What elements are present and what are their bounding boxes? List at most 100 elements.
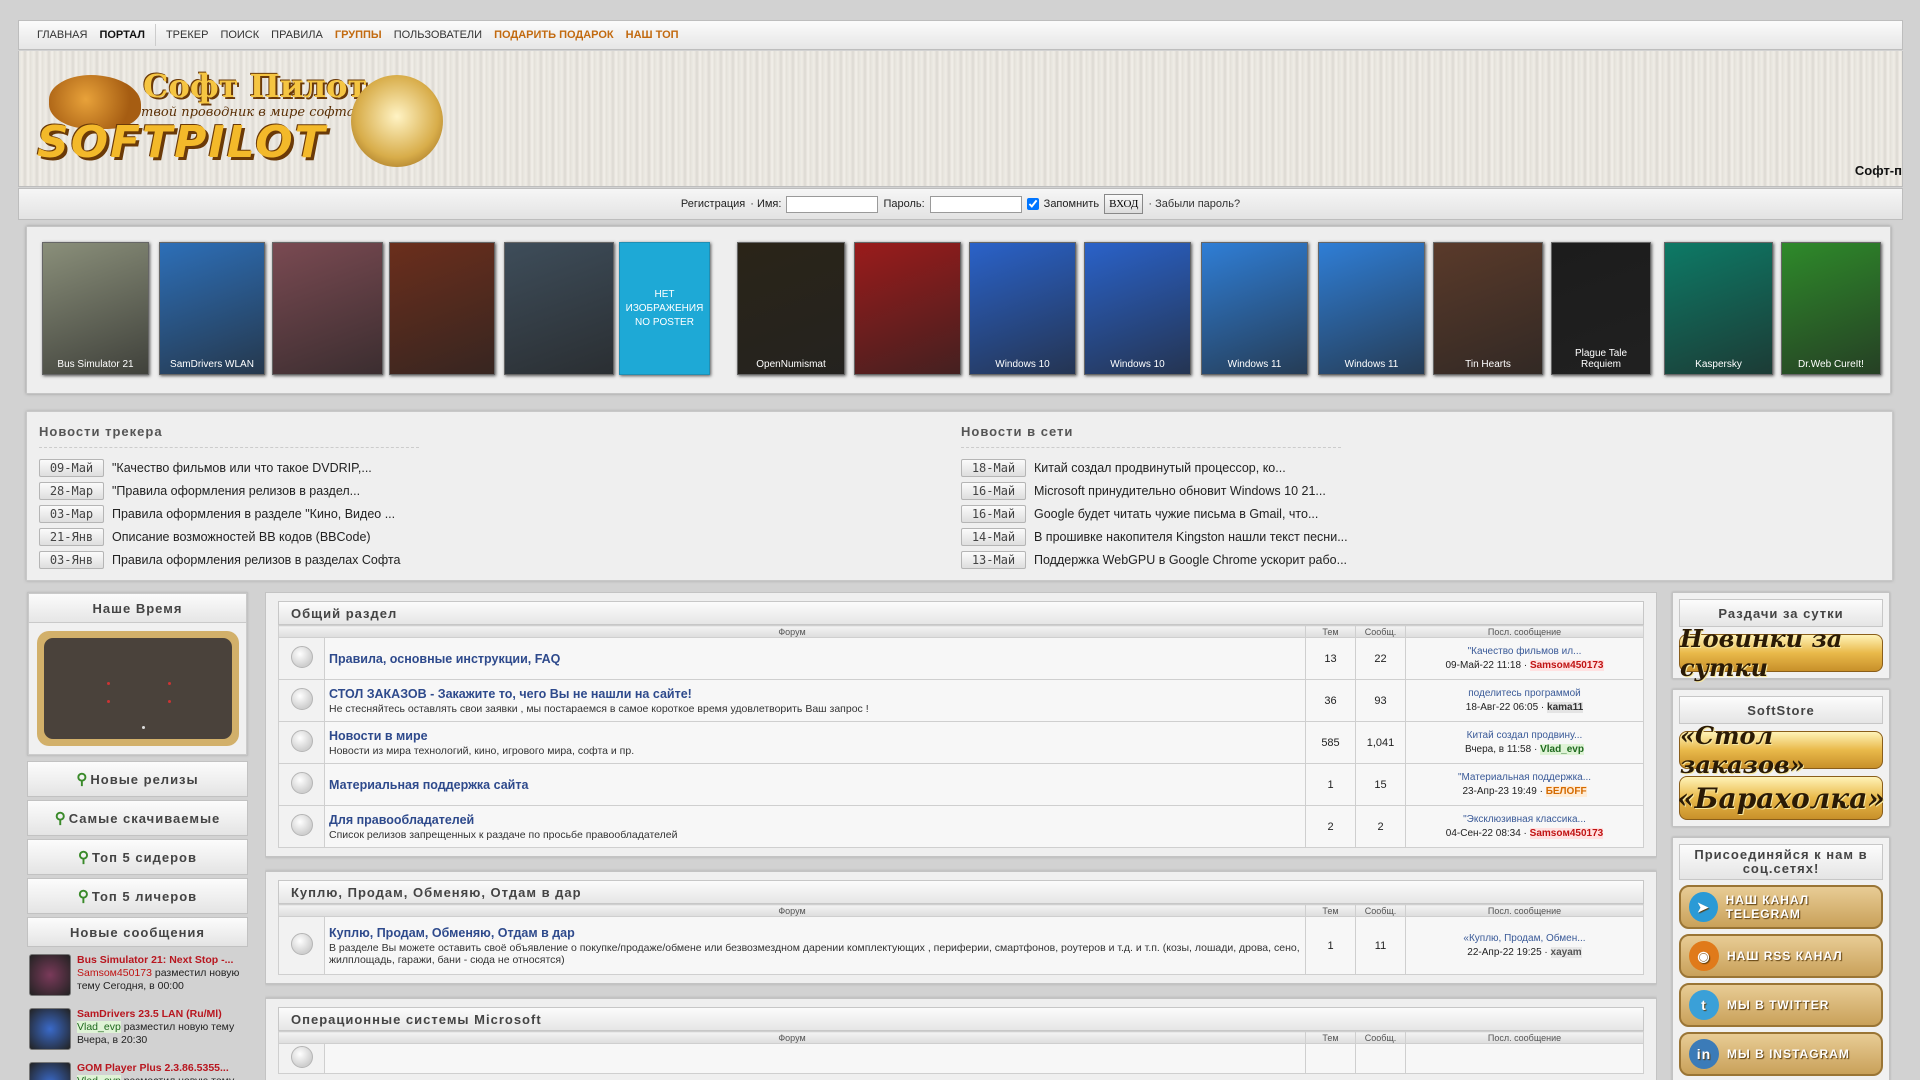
sidebar-button[interactable]: ⚲ Новые релизы — [27, 761, 248, 797]
release-cover[interactable]: Tin Hearts — [1433, 242, 1543, 375]
new-message-item[interactable]: SamDrivers 23.5 LAN (Ru/Ml) Vlad_evp разм… — [27, 1004, 248, 1058]
username-input[interactable] — [786, 195, 879, 213]
release-cover[interactable]: НЕТ ИЗОБРАЖЕНИЯ NO POSTER — [619, 242, 710, 375]
release-cover[interactable]: Kaspersky — [1664, 242, 1773, 375]
news-item[interactable]: 16-Май Microsoft принудительно обновит Wi… — [961, 479, 1861, 502]
news-item[interactable]: 14-Май В прошивке накопителя Kingston наш… — [961, 525, 1861, 548]
social-button[interactable]: in МЫ В INSTAGRAM — [1679, 1032, 1883, 1076]
news-item[interactable]: 28-Мар "Правила оформления релизов в разд… — [39, 479, 939, 502]
last-post-link[interactable]: поделитесь программой — [1406, 687, 1643, 701]
last-post-link[interactable]: "Качество фильмов ил... — [1406, 645, 1643, 659]
news-item[interactable]: 16-Май Google будет читать чужие письма в… — [961, 502, 1861, 525]
sidebar-button[interactable]: ⚲ Самые скачиваемые — [27, 800, 248, 836]
new-message-item[interactable]: Bus Simulator 21: Next Stop -... Samsoм45… — [27, 950, 248, 1004]
news-item[interactable]: 21-Янв Описание возможностей ВВ кодов (BB… — [39, 525, 939, 548]
forgot-password-link[interactable]: · Забыли пароль? — [1148, 198, 1240, 210]
release-cover[interactable] — [504, 242, 614, 375]
login-button[interactable]: ВХОД — [1104, 194, 1144, 214]
nav-item[interactable]: ГРУППЫ — [329, 20, 388, 50]
forum-link[interactable]: СТОЛ ЗАКАЗОВ - Закажите то, чего Вы не н… — [329, 687, 1301, 701]
section-title[interactable]: Куплю, Продам, Обменяю, Отдам в дар — [278, 880, 1644, 904]
release-cover[interactable]: Dr.Web CureIt! — [1781, 242, 1881, 375]
last-post-user[interactable]: kama11 — [1547, 701, 1584, 713]
news-link[interactable]: Китай создал продвинутый процессор, ко..… — [1034, 461, 1286, 475]
news-item[interactable]: 18-Май Китай создал продвинутый процессор… — [961, 456, 1861, 479]
forum-link[interactable]: Правила, основные инструкции, FAQ — [329, 652, 1301, 666]
release-cover[interactable]: Plague Tale Requiem — [1551, 242, 1651, 375]
order-table-banner[interactable]: «Стол заказов» — [1679, 721, 1883, 779]
release-cover[interactable]: Windows 10 — [1084, 242, 1191, 375]
nav-item[interactable]: ПОЛЬЗОВАТЕЛИ — [388, 20, 488, 50]
last-post-user[interactable]: Samsoм450173 — [1529, 827, 1604, 839]
news-link[interactable]: Google будет читать чужие письма в Gmail… — [1034, 507, 1318, 521]
last-post-link[interactable]: «Куплю, Продам, Обмен... — [1406, 932, 1643, 946]
section-title[interactable]: Общий раздел — [278, 601, 1644, 625]
nav-item[interactable]: ПОРТАЛ — [93, 20, 150, 50]
message-topic-link[interactable]: Bus Simulator 21: Next Stop -... — [77, 954, 246, 967]
nav-item[interactable]: ГЛАВНАЯ — [31, 20, 93, 50]
nav-item[interactable]: ПРАВИЛА — [265, 20, 329, 50]
news-link[interactable]: В прошивке накопителя Kingston нашли тек… — [1034, 530, 1348, 544]
news-link[interactable]: Правила оформления в разделе "Кино, Виде… — [112, 507, 395, 521]
forum-link[interactable]: Материальная поддержка сайта — [329, 778, 1301, 792]
message-topic-link[interactable]: GOM Player Plus 2.3.86.5355... — [77, 1062, 234, 1075]
forum-link[interactable]: Для правообладателей — [329, 813, 1301, 827]
last-post-link[interactable]: Китай создал продвину... — [1406, 729, 1643, 743]
release-cover[interactable] — [272, 242, 383, 375]
register-link[interactable]: Регистрация — [681, 198, 745, 210]
site-logo[interactable]: Софт Пилот твой проводник в мире софта S… — [33, 61, 453, 173]
last-post-link[interactable]: "Материальная поддержка... — [1406, 771, 1643, 785]
social-button[interactable]: ➤ НАШ КАНАЛ TELEGRAM — [1679, 885, 1883, 929]
message-user[interactable]: Samsoм450173 — [77, 967, 152, 979]
nav-item[interactable]: НАШ ТОП — [620, 20, 685, 50]
forum-index: Общий раздел Форум Тем Сообщ. Посл. сообщени… — [265, 592, 1657, 1080]
release-cover[interactable]: Windows 10 — [969, 242, 1076, 375]
nav-item[interactable]: ТРЕКЕР — [160, 20, 214, 50]
release-cover[interactable]: OpenNumismat — [737, 242, 845, 375]
remember-checkbox[interactable] — [1026, 198, 1039, 210]
release-cover[interactable]: SamDrivers WLAN — [159, 242, 265, 375]
news-link[interactable]: Правила оформления релизов в разделах Со… — [112, 553, 400, 567]
release-cover[interactable]: Windows 11 — [1318, 242, 1425, 375]
forum-link[interactable]: Куплю, Продам, Обменяю, Отдам в дар — [329, 926, 1301, 940]
posts-count: 15 — [1355, 763, 1406, 806]
news-link[interactable]: "Качество фильмов или что такое DVDRIP,.… — [112, 461, 372, 475]
social-button[interactable]: t МЫ В TWITTER — [1679, 983, 1883, 1027]
news-link[interactable]: "Правила оформления релизов в раздел... — [112, 484, 360, 498]
message-topic-link[interactable]: SamDrivers 23.5 LAN (Ru/Ml) — [77, 1008, 246, 1021]
social-button[interactable]: ◉ НАШ RSS КАНАЛ — [1679, 934, 1883, 978]
clock-widget — [37, 631, 239, 746]
sidebar-button[interactable]: ⚲ Топ 5 личеров — [27, 878, 248, 914]
news-item[interactable]: 03-Янв Правила оформления релизов в разде… — [39, 548, 939, 571]
col-topics: Тем — [1305, 1031, 1356, 1044]
new-message-item[interactable]: GOM Player Plus 2.3.86.5355...Vlad_evp р… — [27, 1058, 248, 1080]
last-post-user[interactable]: xayam — [1550, 946, 1582, 958]
last-post-link[interactable]: "Эксклюзивная классика... — [1406, 813, 1643, 827]
last-post-user[interactable]: БЕЛОFF — [1545, 785, 1587, 797]
flea-market-banner[interactable]: «Барахолка» — [1677, 776, 1885, 820]
news-item[interactable]: 03-Мар Правила оформления в разделе "Кино… — [39, 502, 939, 525]
nav-item[interactable]: ПОДАРИТЬ ПОДАРОК — [488, 20, 620, 50]
section-title[interactable]: Операционные системы Microsoft — [278, 1007, 1644, 1031]
news-item[interactable]: 13-Май Поддержка WebGPU в Google Chrome у… — [961, 548, 1861, 571]
release-cover[interactable]: Bus Simulator 21 — [42, 242, 149, 375]
news-link[interactable]: Поддержка WebGPU в Google Chrome ускорит… — [1034, 553, 1347, 567]
news-link[interactable]: Microsoft принудительно обновит Windows … — [1034, 484, 1326, 498]
password-input[interactable] — [929, 195, 1022, 213]
last-post-user[interactable]: Vlad_evp — [1540, 743, 1584, 755]
forum-link[interactable]: Новости в мире — [329, 729, 1301, 743]
col-last: Посл. сообщение — [1405, 904, 1644, 917]
message-user[interactable]: Vlad_evp — [77, 1075, 121, 1080]
release-cover[interactable]: Windows 11 — [1201, 242, 1308, 375]
telegram-icon: ➤ — [1689, 892, 1718, 922]
nav-item[interactable]: ПОИСК — [214, 20, 265, 50]
news-link[interactable]: Описание возможностей ВВ кодов (BBCode) — [112, 530, 371, 544]
message-user[interactable]: Vlad_evp — [77, 1021, 121, 1033]
sidebar-button[interactable]: ⚲ Топ 5 сидеров — [27, 839, 248, 875]
social-label: НАШ КАНАЛ TELEGRAM — [1725, 893, 1810, 921]
news-item[interactable]: 09-Май "Качество фильмов или что такое DV… — [39, 456, 939, 479]
release-cover[interactable] — [854, 242, 961, 375]
last-post-user[interactable]: Samsoм450173 — [1529, 659, 1604, 671]
daily-releases-banner[interactable]: Новинки за сутки — [1679, 624, 1883, 682]
release-cover[interactable] — [389, 242, 495, 375]
